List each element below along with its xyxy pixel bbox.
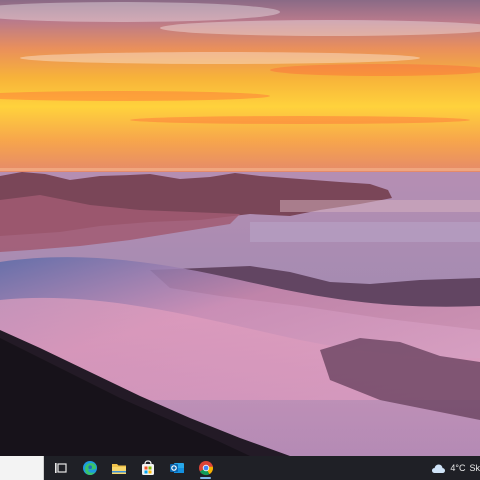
folder-icon: [111, 464, 126, 474]
weather-condition[interactable]: Sk: [469, 463, 480, 473]
chrome-icon: [198, 461, 213, 476]
store-icon: [141, 460, 154, 475]
desktop-wallpaper: [0, 0, 480, 456]
cloud-icon[interactable]: [431, 463, 446, 474]
taskbar: 4°C Sk: [0, 456, 480, 480]
file-explorer-button[interactable]: [104, 456, 133, 480]
microsoft-store-button[interactable]: [133, 456, 162, 480]
outlook-button[interactable]: [162, 456, 191, 480]
system-tray: 4°C Sk: [427, 456, 480, 480]
search-box[interactable]: [0, 456, 44, 480]
chrome-button[interactable]: [191, 456, 220, 480]
taskbar-pinned-apps: [46, 456, 220, 480]
task-view-icon: [54, 463, 67, 473]
edge-icon: [82, 461, 97, 475]
edge-button[interactable]: [75, 456, 104, 480]
outlook-icon: [169, 463, 184, 473]
task-view-button[interactable]: [46, 456, 75, 480]
weather-temperature[interactable]: 4°C: [450, 463, 465, 473]
